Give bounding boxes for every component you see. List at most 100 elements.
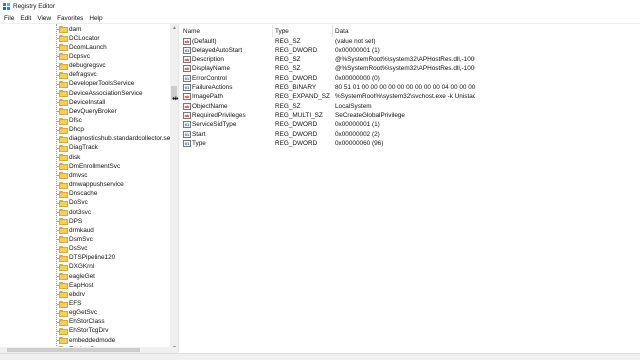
column-divider[interactable] [332, 25, 333, 37]
menu-favorites[interactable]: Favorites [54, 15, 86, 22]
tree-hscroll-thumb[interactable] [7, 348, 140, 352]
binary-value-icon: 01 [183, 121, 191, 129]
tree-item[interactable]: DeveloperToolsService [0, 80, 170, 89]
tree-item[interactable]: DTSPipeline120 [0, 254, 170, 263]
folder-icon [59, 35, 68, 43]
tree-item[interactable]: Dhcp [0, 126, 170, 135]
tree-item[interactable]: diagnosticshub.standardcollector.serv [0, 135, 170, 144]
value-data: 0x00000000 (0) [335, 74, 380, 82]
tree-item-label: Dnscache [69, 190, 98, 198]
tree-item[interactable]: DsmSvc [0, 235, 170, 244]
folder-icon [59, 300, 68, 308]
tree-item[interactable]: DiagTrack [0, 144, 170, 153]
values-pane[interactable]: Name Type Data ab (Default) REG_SZ (value n… [180, 24, 640, 353]
tree-item[interactable]: DeviceAssociationService [0, 89, 170, 98]
tree-item[interactable]: dot3svc [0, 208, 170, 217]
value-row[interactable]: 01 Type REG_DWORD 0x00000060 (96) [180, 139, 640, 148]
tree-item[interactable]: drmkaud [0, 226, 170, 235]
tree-item[interactable]: dmwappushservice [0, 181, 170, 190]
tree-item[interactable]: Dnscache [0, 190, 170, 199]
tree-item[interactable]: DPS [0, 217, 170, 226]
tree-item-label: Dhcp [69, 126, 84, 134]
menu-edit[interactable]: Edit [17, 15, 34, 22]
tree-item[interactable]: DsSvc [0, 245, 170, 254]
value-row[interactable]: ab DisplayName REG_SZ @%SystemRoot%\system3… [180, 64, 640, 73]
value-data: 0x00000002 (2) [335, 130, 380, 138]
folder-icon [59, 26, 68, 33]
value-row[interactable]: ab (Default) REG_SZ (value not set) [180, 37, 640, 46]
tree-item[interactable]: DevQueryBroker [0, 107, 170, 116]
value-row[interactable]: ab Description REG_SZ @%SystemRoot%\system3… [180, 55, 640, 64]
binary-value-icon: 01 [183, 74, 191, 82]
value-row[interactable]: 01 ServiceSidType REG_DWORD 0x00000001 (1) [180, 120, 640, 129]
column-header-type[interactable]: Type [275, 27, 289, 36]
tree-item[interactable]: eagleGet [0, 272, 170, 281]
folder-icon [59, 163, 68, 171]
tree-item[interactable]: DeviceInstall [0, 98, 170, 107]
value-name: Start [192, 130, 206, 138]
tree-item[interactable]: EapHost [0, 281, 170, 290]
tree-item-label: DoSvc [69, 199, 88, 207]
tree-item-label: dmwappushservice [69, 181, 124, 189]
tree-vertical-scrollbar[interactable]: ▲ ▼ [170, 24, 178, 352]
value-row[interactable]: 01 ErrorControl REG_DWORD 0x00000000 (0) [180, 74, 640, 83]
tree-item-label: EhStorClass [69, 318, 105, 326]
tree-item[interactable]: EhStorTcgDrv [0, 327, 170, 336]
tree-item[interactable]: EhStorClass [0, 318, 170, 327]
value-name: Type [192, 139, 206, 147]
tree-item[interactable]: EFS [0, 300, 170, 309]
menu-file[interactable]: File [1, 15, 17, 22]
folder-icon [59, 291, 68, 299]
tree-item-label: DiagTrack [69, 144, 98, 152]
folder-icon [59, 309, 68, 317]
column-divider[interactable] [272, 25, 273, 37]
tree-item-label: debugregsvc [69, 62, 106, 70]
column-header-name[interactable]: Name [183, 27, 200, 36]
string-value-icon: ab [183, 65, 191, 73]
menu-view[interactable]: View [34, 15, 54, 22]
tree-item[interactable]: Dfsc [0, 117, 170, 126]
scroll-up-icon[interactable]: ▲ [172, 25, 177, 31]
value-row[interactable]: 01 DelayedAutoStart REG_DWORD 0x00000001 (1… [180, 46, 640, 55]
tree-item-label: eagleGet [69, 272, 95, 280]
value-row[interactable]: ab ImagePath REG_EXPAND_SZ %SystemRoot%\sys… [180, 92, 640, 101]
tree-item[interactable]: DoSvc [0, 199, 170, 208]
value-data: SeCreateGlobalPrivilege [335, 111, 405, 119]
folder-icon [59, 236, 68, 244]
tree-item[interactable]: dmvsc [0, 171, 170, 180]
value-row[interactable]: 01 Start REG_DWORD 0x00000002 (2) [180, 130, 640, 139]
tree-item[interactable]: DCLocator [0, 34, 170, 43]
tree-item[interactable]: DmEnrollmentSvc [0, 162, 170, 171]
value-row[interactable]: ab RequiredPrivileges REG_MULTI_SZ SeCreate… [180, 111, 640, 120]
tree-item-label: Dcpsvc [69, 52, 90, 60]
column-header-data[interactable]: Data [335, 27, 349, 36]
tree-item[interactable]: dam [0, 25, 170, 34]
string-value-icon: ab [183, 111, 191, 119]
tree-item[interactable]: disk [0, 153, 170, 162]
tree-item-label: ebdrv [69, 290, 85, 298]
value-name: ObjectName [192, 102, 228, 110]
tree-item-label: DsmSvc [69, 235, 93, 243]
tree-item[interactable]: defragsvc [0, 71, 170, 80]
value-name: Description [192, 56, 224, 64]
tree-item[interactable]: Dcpsvc [0, 52, 170, 61]
value-row[interactable]: ab ObjectName REG_SZ LocalSystem [180, 102, 640, 111]
tree-item[interactable]: egGetSvc [0, 309, 170, 318]
tree-item[interactable]: embeddedmode [0, 336, 170, 345]
value-name: RequiredPrivileges [192, 111, 246, 119]
value-row[interactable]: 01 FailureActions REG_BINARY 80 51 01 00 00… [180, 83, 640, 92]
value-data: %SystemRoot%\system32\svchost.exe -k Uni… [335, 93, 475, 101]
tree-item-label: DTSPipeline120 [69, 254, 116, 262]
tree-item[interactable]: DXGKrnl [0, 263, 170, 272]
folder-icon [59, 53, 68, 61]
binary-value-icon: 01 [183, 130, 191, 138]
folder-icon [59, 263, 68, 271]
title-bar: Registry Editor [0, 0, 640, 13]
tree-item[interactable]: DcomLaunch [0, 43, 170, 52]
tree-item[interactable]: ebdrv [0, 290, 170, 299]
value-name: ImagePath [192, 93, 223, 101]
tree-item-label: DevQueryBroker [69, 107, 117, 115]
key-tree-pane[interactable]: dam DCLocator DcomLaunch Dcpsvc debugregsvc d… [0, 24, 170, 352]
menu-help[interactable]: Help [86, 15, 105, 22]
tree-item[interactable]: debugregsvc [0, 62, 170, 71]
